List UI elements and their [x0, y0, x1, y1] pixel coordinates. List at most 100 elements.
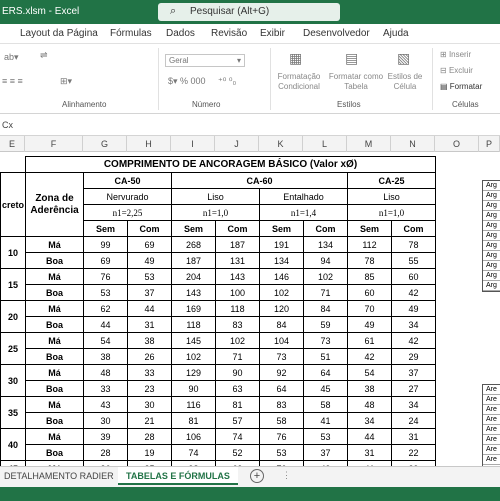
- zone-cell[interactable]: Boa: [25, 444, 84, 461]
- value-cell[interactable]: 90: [215, 364, 260, 381]
- value-cell[interactable]: 42: [347, 348, 392, 365]
- zone-header[interactable]: Zona de Aderência: [25, 172, 84, 237]
- align-left-icon[interactable]: ≡ ≡ ≡: [2, 76, 23, 86]
- format-button[interactable]: ▤ Formatar: [440, 82, 482, 92]
- format-table-button[interactable]: Formatar como Tabela: [328, 72, 384, 92]
- value-cell[interactable]: 57: [215, 412, 260, 429]
- cell-styles-icon[interactable]: ▧: [397, 50, 410, 67]
- value-cell[interactable]: 34: [347, 412, 392, 429]
- value-cell[interactable]: 102: [215, 332, 260, 349]
- value-cell[interactable]: 39: [83, 428, 128, 445]
- value-cell[interactable]: 37: [303, 444, 348, 461]
- value-cell[interactable]: 38: [83, 348, 128, 365]
- value-cell[interactable]: 100: [215, 284, 260, 301]
- insert-button[interactable]: ⊞ Inserir: [440, 50, 471, 60]
- value-cell[interactable]: 69: [83, 252, 128, 269]
- sheet-tab-detalhamento[interactable]: DETALHAMENTO RADIER: [4, 467, 114, 485]
- conditional-format-button[interactable]: Formatação Condicional: [274, 72, 324, 92]
- value-cell[interactable]: 78: [347, 252, 392, 269]
- tab-dados[interactable]: Dados: [166, 28, 195, 39]
- value-cell[interactable]: 74: [171, 444, 216, 461]
- value-cell[interactable]: 31: [127, 316, 172, 333]
- value-cell[interactable]: 71: [303, 284, 348, 301]
- sub-header[interactable]: Com: [127, 220, 172, 237]
- value-cell[interactable]: 33: [83, 380, 128, 397]
- zone-cell[interactable]: Má: [25, 268, 84, 285]
- value-cell[interactable]: 48: [347, 396, 392, 413]
- value-cell[interactable]: 134: [303, 236, 348, 253]
- value-cell[interactable]: 76: [83, 268, 128, 285]
- name-box[interactable]: Cx: [2, 120, 13, 130]
- zone-cell[interactable]: Boa: [25, 348, 84, 365]
- fck-cell[interactable]: 10: [0, 236, 26, 269]
- value-cell[interactable]: 69: [127, 236, 172, 253]
- empty-cell[interactable]: [1, 157, 26, 173]
- value-cell[interactable]: 94: [303, 252, 348, 269]
- value-cell[interactable]: 49: [391, 300, 436, 317]
- column-header[interactable]: O: [435, 136, 479, 152]
- column-header[interactable]: L: [303, 136, 347, 152]
- zone-cell[interactable]: Boa: [25, 252, 84, 269]
- eta-header[interactable]: n1=2,25: [83, 204, 172, 221]
- steel-ca50[interactable]: CA-50: [83, 172, 172, 189]
- value-cell[interactable]: 102: [171, 348, 216, 365]
- value-cell[interactable]: 38: [127, 332, 172, 349]
- value-cell[interactable]: 85: [347, 268, 392, 285]
- value-cell[interactable]: 59: [303, 316, 348, 333]
- fck-cell[interactable]: 20: [0, 300, 26, 333]
- zone-cell[interactable]: Boa: [25, 284, 84, 301]
- tab-exibir[interactable]: Exibir: [260, 28, 285, 39]
- value-cell[interactable]: 129: [171, 364, 216, 381]
- value-cell[interactable]: 31: [391, 428, 436, 445]
- zone-cell[interactable]: Má: [25, 236, 84, 253]
- sheet-grid[interactable]: COMPRIMENTO DE ANCORAGEM BÁSICO (Valor x…: [0, 152, 500, 466]
- value-cell[interactable]: 53: [127, 268, 172, 285]
- column-header[interactable]: I: [171, 136, 215, 152]
- value-cell[interactable]: 44: [347, 428, 392, 445]
- value-cell[interactable]: 99: [83, 236, 128, 253]
- zone-cell[interactable]: Boa: [25, 412, 84, 429]
- value-cell[interactable]: 51: [303, 348, 348, 365]
- value-cell[interactable]: 104: [259, 332, 304, 349]
- zone-cell[interactable]: Má: [25, 428, 84, 445]
- decimal-icon[interactable]: ⁺⁰ ⁰₀: [218, 76, 236, 87]
- column-header[interactable]: M: [347, 136, 391, 152]
- value-cell[interactable]: 90: [171, 380, 216, 397]
- value-cell[interactable]: 143: [171, 284, 216, 301]
- value-cell[interactable]: 31: [347, 444, 392, 461]
- value-cell[interactable]: 21: [127, 412, 172, 429]
- tab-layout[interactable]: Layout da Página: [20, 28, 98, 39]
- sheet-tab-tabelas[interactable]: TABELAS E FÓRMULAS: [118, 467, 238, 485]
- tab-ajuda[interactable]: Ajuda: [383, 28, 409, 39]
- value-cell[interactable]: 146: [259, 268, 304, 285]
- sub-header[interactable]: Com: [215, 220, 260, 237]
- value-cell[interactable]: 81: [215, 396, 260, 413]
- value-cell[interactable]: 145: [171, 332, 216, 349]
- value-cell[interactable]: 187: [171, 252, 216, 269]
- value-cell[interactable]: 106: [171, 428, 216, 445]
- value-cell[interactable]: 27: [391, 380, 436, 397]
- add-sheet-button[interactable]: +: [250, 469, 264, 483]
- fck-cell[interactable]: 25: [0, 332, 26, 365]
- search-box[interactable]: ⌕ Pesquisar (Alt+G): [158, 3, 340, 21]
- column-header[interactable]: G: [83, 136, 127, 152]
- value-cell[interactable]: 60: [391, 268, 436, 285]
- value-cell[interactable]: 120: [259, 300, 304, 317]
- value-cell[interactable]: 49: [347, 316, 392, 333]
- value-cell[interactable]: 61: [347, 332, 392, 349]
- steel-ca60[interactable]: CA-60: [171, 172, 348, 189]
- value-cell[interactable]: 73: [259, 348, 304, 365]
- value-cell[interactable]: 84: [303, 300, 348, 317]
- value-cell[interactable]: 53: [83, 284, 128, 301]
- value-cell[interactable]: 78: [391, 236, 436, 253]
- value-cell[interactable]: 19: [127, 444, 172, 461]
- value-cell[interactable]: 76: [259, 428, 304, 445]
- value-cell[interactable]: 28: [127, 428, 172, 445]
- eta-header[interactable]: n1=1,0: [171, 204, 260, 221]
- zone-cell[interactable]: Boa: [25, 316, 84, 333]
- fck-cell[interactable]: 30: [0, 364, 26, 397]
- sub-header[interactable]: Com: [391, 220, 436, 237]
- sub-header[interactable]: Sem: [259, 220, 304, 237]
- tab-formulas[interactable]: Fórmulas: [110, 28, 152, 39]
- tab-revisao[interactable]: Revisão: [211, 28, 247, 39]
